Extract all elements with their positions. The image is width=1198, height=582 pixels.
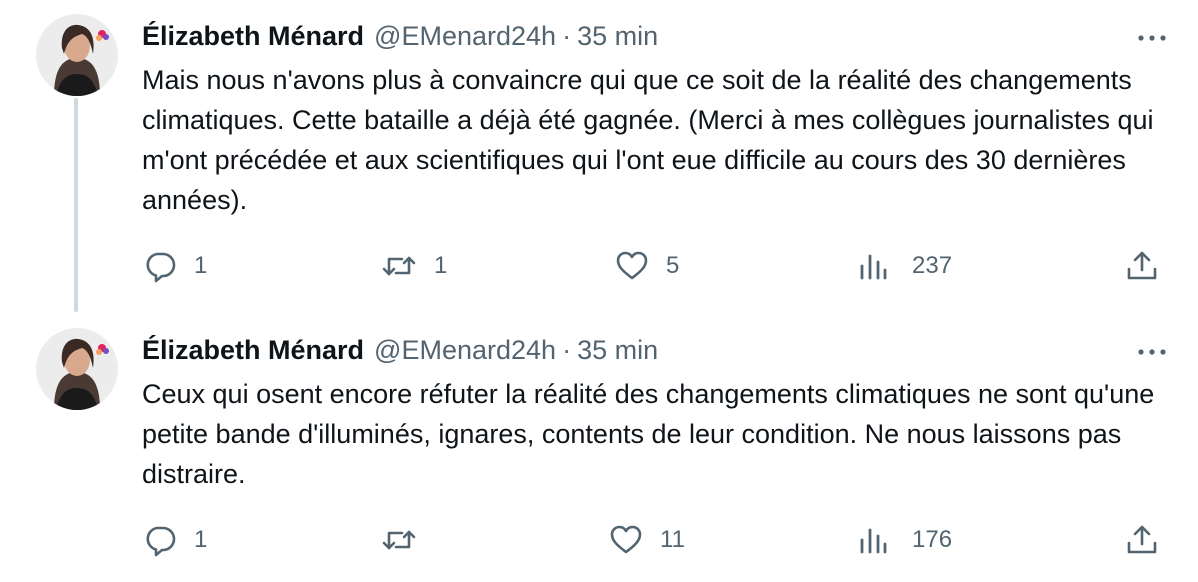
like-count: 5 xyxy=(666,252,680,279)
reply-button[interactable]: 1 xyxy=(142,520,207,560)
views-icon xyxy=(860,528,887,554)
retweet-button[interactable]: 1 xyxy=(380,246,447,286)
timestamp[interactable]: 35 min xyxy=(577,18,658,54)
share-button[interactable] xyxy=(1124,520,1160,560)
more-icon xyxy=(1138,35,1166,41)
tweet-header: Élizabeth Ménard @EMenard24h · 35 min xyxy=(142,18,658,54)
retweet-count: 1 xyxy=(434,252,448,279)
share-icon xyxy=(1127,251,1157,280)
author-name[interactable]: Élizabeth Ménard xyxy=(142,332,364,368)
retweet-icon xyxy=(382,256,416,276)
reply-icon xyxy=(146,526,176,557)
separator: · xyxy=(562,21,572,51)
author-handle[interactable]: @EMenard24h xyxy=(374,18,556,54)
views-count: 237 xyxy=(912,252,953,279)
like-icon xyxy=(610,525,642,554)
avatar[interactable] xyxy=(36,14,118,96)
reply-count: 1 xyxy=(194,526,208,553)
avatar[interactable] xyxy=(36,328,118,410)
views-button[interactable]: 237 xyxy=(858,246,952,286)
tweet-text: Ceux qui osent encore réfuter la réalité… xyxy=(142,379,1155,489)
views-button[interactable]: 176 xyxy=(858,520,952,560)
retweet-icon xyxy=(382,530,416,550)
like-icon xyxy=(616,251,648,280)
like-count: 11 xyxy=(660,526,685,553)
tweet-actions: 1 11 176 xyxy=(0,520,1198,560)
author-name[interactable]: Élizabeth Ménard xyxy=(142,18,364,54)
timestamp[interactable]: 35 min xyxy=(577,332,658,368)
reply-count: 1 xyxy=(194,252,208,279)
views-count: 176 xyxy=(912,526,953,553)
share-icon xyxy=(1127,525,1157,554)
more-icon xyxy=(1138,349,1166,355)
tweet-actions: 1 1 5 237 xyxy=(0,246,1198,286)
views-icon xyxy=(860,254,887,280)
more-options-button[interactable] xyxy=(1134,342,1170,362)
author-handle[interactable]: @EMenard24h xyxy=(374,332,556,368)
reply-button[interactable]: 1 xyxy=(142,246,207,286)
like-button[interactable]: 11 xyxy=(608,520,685,560)
tweet-text: Mais nous n'avons plus à convaincre qui … xyxy=(142,65,1154,215)
retweet-button[interactable] xyxy=(380,520,434,560)
like-button[interactable]: 5 xyxy=(614,246,679,286)
share-button[interactable] xyxy=(1124,246,1160,286)
separator: · xyxy=(562,335,572,365)
tweet-header: Élizabeth Ménard @EMenard24h · 35 min xyxy=(142,332,658,368)
more-options-button[interactable] xyxy=(1134,28,1170,48)
reply-icon xyxy=(146,252,176,283)
